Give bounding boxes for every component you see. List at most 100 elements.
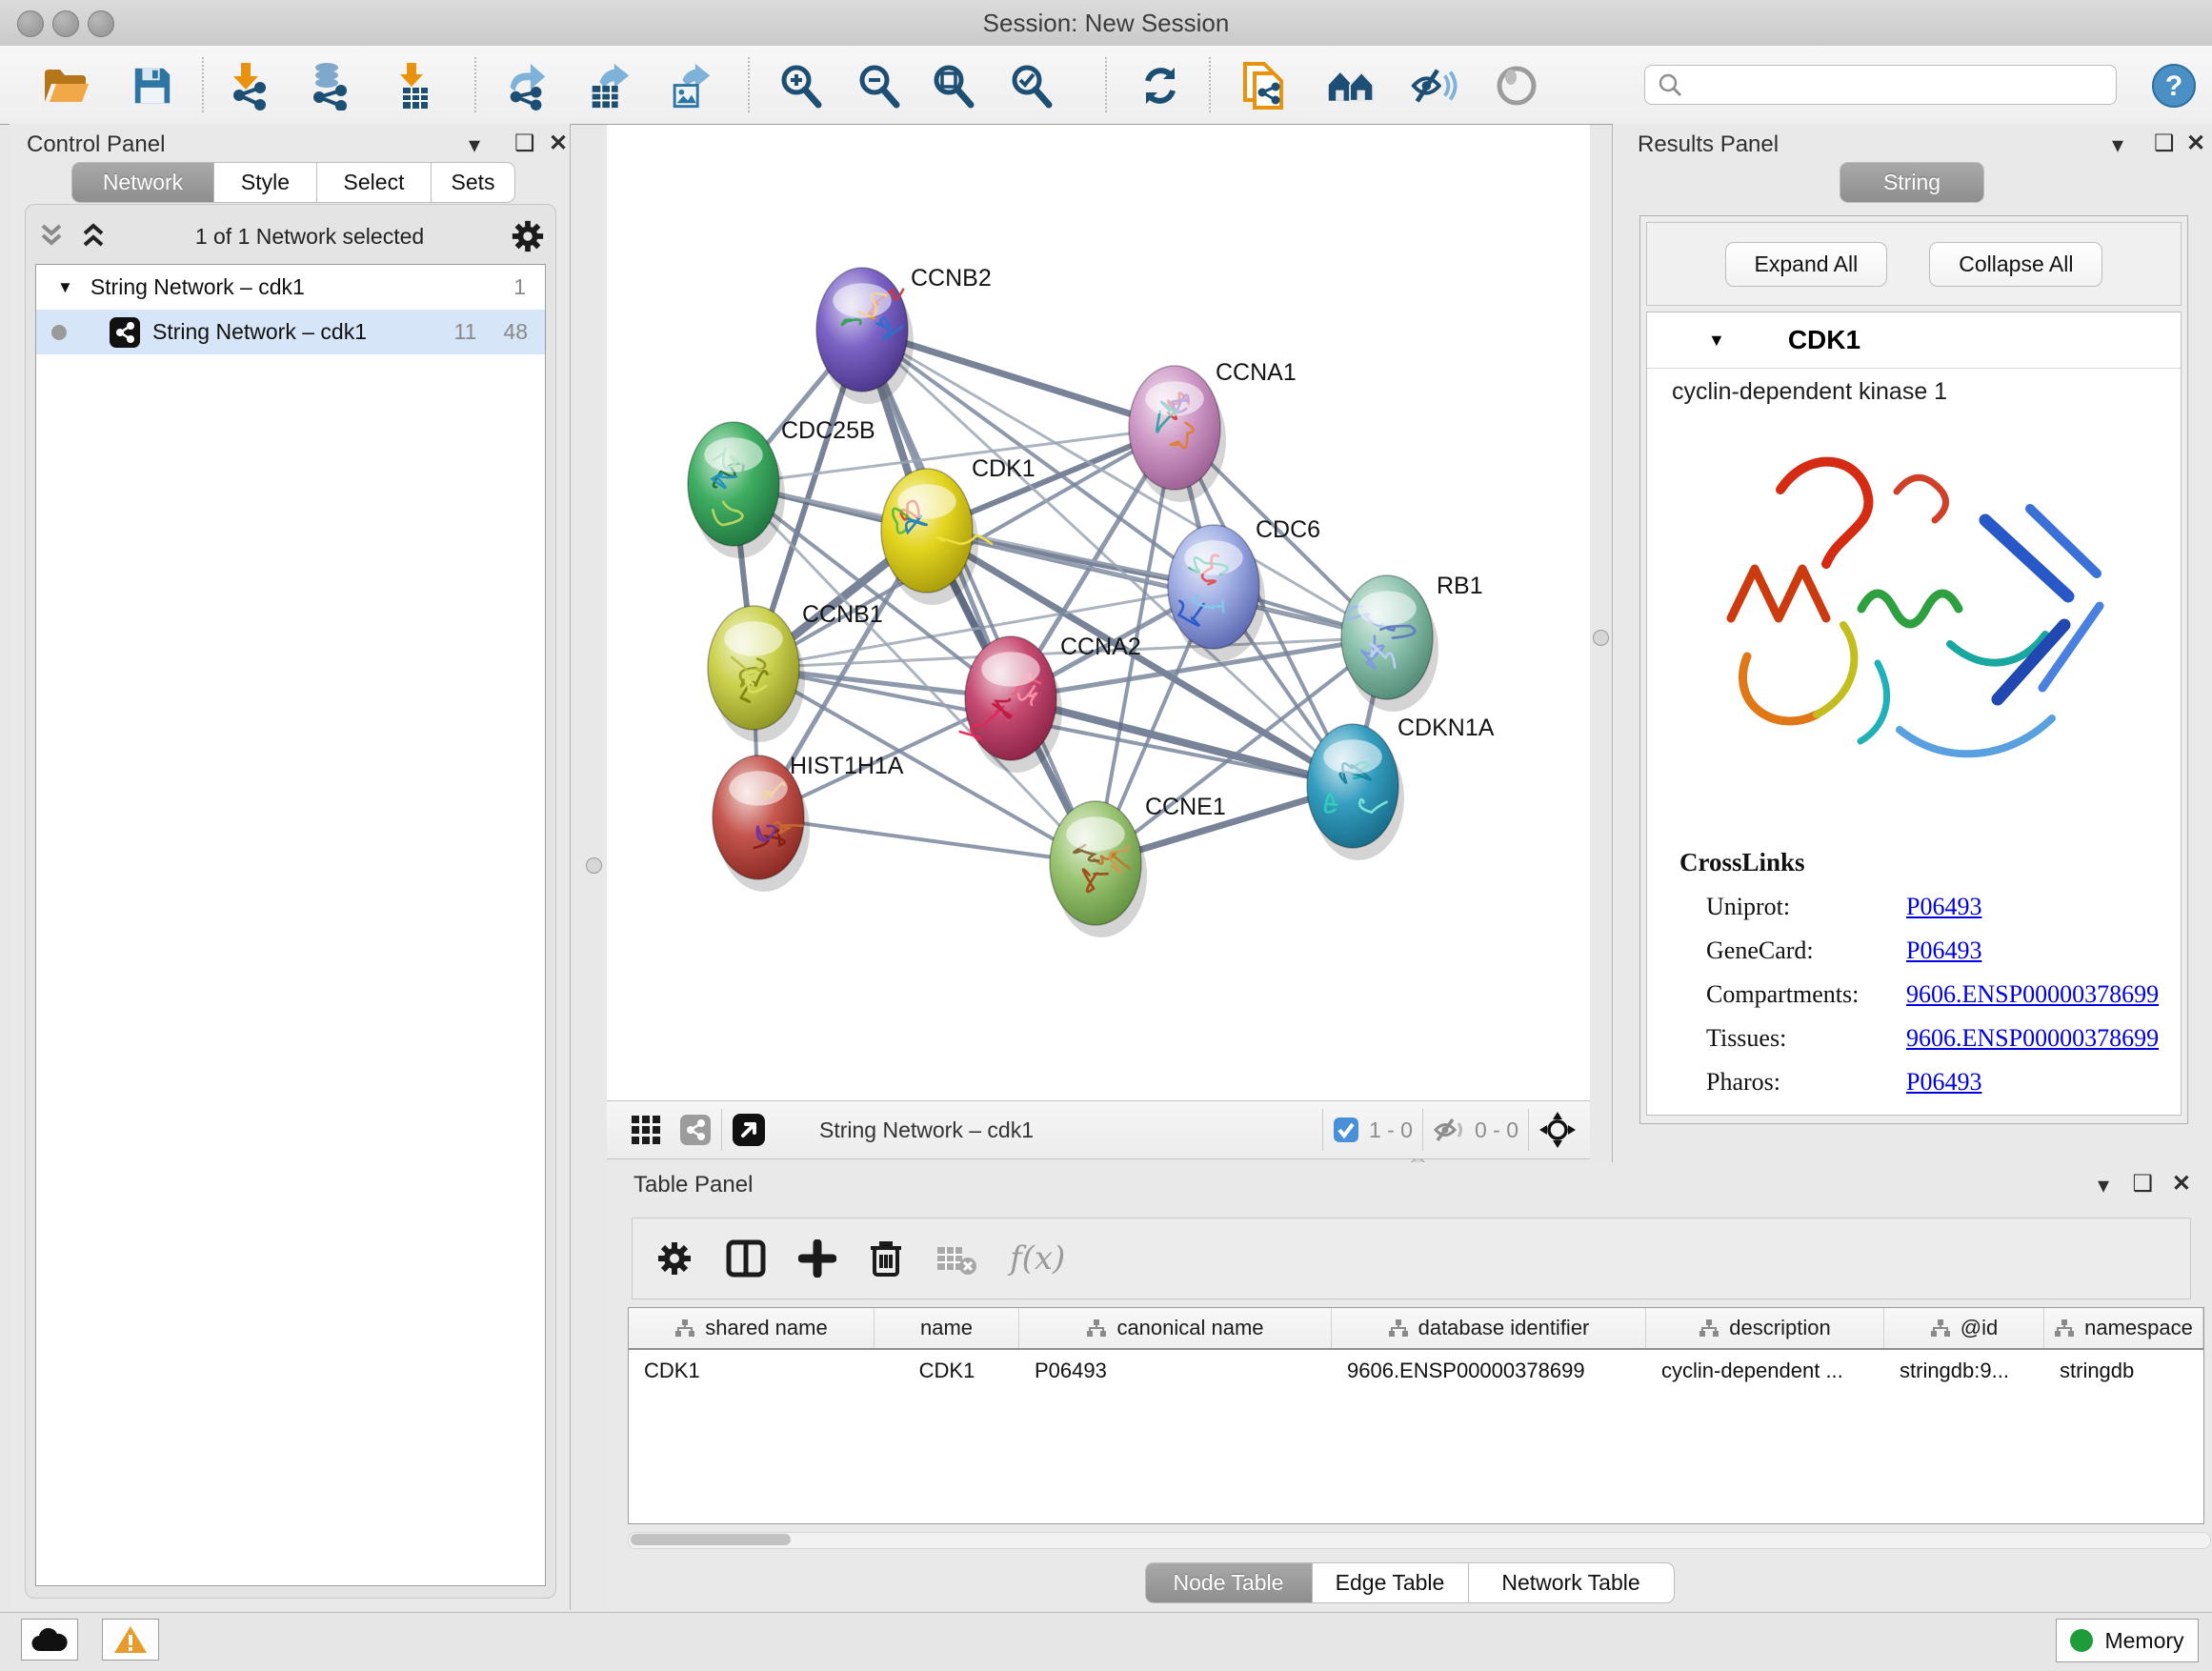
expand-all-networks-icon[interactable] — [77, 222, 110, 251]
delete-column-trash-icon[interactable] — [869, 1238, 903, 1278]
search-input[interactable] — [1644, 65, 2117, 105]
collapse-all-button[interactable]: Collapse All — [1929, 242, 2102, 287]
protein-expander-icon[interactable]: ▼ — [1708, 331, 1725, 351]
scrollbar-thumb[interactable] — [631, 1534, 791, 1545]
network-canvas[interactable]: CCNB2CCNA1CDC25BCDK1CDC6RB1CCNB1CCNA2CDK… — [607, 125, 1590, 1100]
show-all-icon[interactable] — [1492, 62, 1541, 110]
network-node-CDC6[interactable] — [1168, 525, 1265, 661]
navigator-crosshair-icon[interactable] — [1538, 1111, 1577, 1149]
crosslink-row: Pharos:P06493 — [1706, 1068, 2181, 1097]
help-icon[interactable]: ? — [2149, 62, 2199, 110]
expand-all-button[interactable]: Expand All — [1725, 242, 1888, 287]
column-header-database-identifier[interactable]: database identifier — [1332, 1308, 1646, 1348]
table-cell[interactable]: CDK1 — [629, 1350, 875, 1392]
first-neighbors-icon[interactable] — [1326, 62, 1376, 110]
network-node-RB1[interactable] — [1341, 575, 1438, 712]
network-collection-row[interactable]: ▼ String Network – cdk1 1 — [36, 265, 545, 310]
network-selected-status: 1 of 1 Network selected — [110, 224, 510, 250]
tab-network-table[interactable]: Network Table — [1469, 1562, 1675, 1603]
clone-network-icon[interactable] — [1238, 62, 1288, 110]
column-header-@id[interactable]: @id — [1884, 1308, 2044, 1348]
crosslinks-list: Uniprot:P06493 GeneCard:P06493 Compartme… — [1706, 893, 2181, 1097]
grid-view-icon[interactable] — [630, 1114, 662, 1146]
export-image-icon[interactable] — [666, 62, 715, 110]
import-table-icon[interactable] — [390, 62, 439, 110]
control-panel-close-icon[interactable]: ✕ — [549, 130, 568, 157]
refresh-icon[interactable] — [1136, 62, 1185, 110]
column-header-canonical-name[interactable]: canonical name — [1019, 1308, 1332, 1348]
protein-description: cyclin-dependent kinase 1 — [1647, 369, 2181, 406]
hide-selected-icon[interactable] — [1410, 62, 1459, 110]
table-cell[interactable]: cyclin-dependent ... — [1646, 1350, 1884, 1392]
zoom-out-icon[interactable] — [854, 62, 903, 110]
node-table: shared namenamecanonical namedatabase id… — [628, 1307, 2204, 1524]
network-node-CCNE1[interactable] — [1050, 801, 1147, 937]
tab-select[interactable]: Select — [317, 162, 432, 203]
table-cell[interactable]: 9606.ENSP00000378699 — [1332, 1350, 1646, 1392]
table-row[interactable]: CDK1CDK1P064939606.ENSP00000378699cyclin… — [629, 1350, 2203, 1392]
detach-view-icon[interactable] — [732, 1113, 766, 1147]
zoom-fit-icon[interactable] — [928, 62, 977, 110]
selection-checkbox-icon[interactable] — [1333, 1117, 1359, 1143]
tab-string[interactable]: String — [1840, 162, 1984, 203]
network-node-CCNB1[interactable] — [708, 606, 805, 742]
network-view-mode-icon[interactable] — [679, 1114, 712, 1146]
node-label-CCNA1: CCNA1 — [1216, 359, 1297, 386]
table-cell[interactable]: CDK1 — [875, 1350, 1019, 1392]
crosslink-link[interactable]: P06493 — [1906, 936, 1981, 965]
crosslink-link[interactable]: P06493 — [1906, 1068, 1981, 1097]
network-edge-CCNB2-CCNE1[interactable] — [862, 330, 1096, 863]
warnings-button[interactable] — [102, 1619, 159, 1661]
tab-edge-table[interactable]: Edge Table — [1313, 1562, 1469, 1603]
results-panel-maximize-icon[interactable]: ❑ — [2154, 130, 2175, 157]
control-panel-maximize-icon[interactable]: ❑ — [514, 130, 535, 157]
collection-expander-icon[interactable]: ▼ — [57, 278, 73, 297]
column-header-shared-name[interactable]: shared name — [629, 1308, 875, 1348]
open-session-icon[interactable] — [42, 62, 91, 110]
table-options-gear-icon[interactable] — [655, 1239, 694, 1278]
left-divider-handle[interactable] — [586, 857, 602, 874]
table-cell[interactable]: stringdb:9... — [1884, 1350, 2044, 1392]
table-panel-float-icon[interactable]: ▾ — [2098, 1172, 2109, 1199]
collection-label: String Network – cdk1 — [90, 274, 305, 300]
save-session-icon[interactable] — [128, 62, 177, 110]
export-network-icon[interactable] — [503, 62, 553, 110]
tab-network[interactable]: Network — [71, 162, 214, 203]
crosslink-row: Compartments:9606.ENSP00000378699 — [1706, 980, 2181, 1009]
export-table-icon[interactable] — [585, 62, 634, 110]
collapse-all-networks-icon[interactable] — [35, 222, 68, 251]
crosslink-link[interactable]: 9606.ENSP00000378699 — [1906, 1024, 2159, 1053]
results-panel-float-icon[interactable]: ▾ — [2112, 131, 2123, 159]
table-cell[interactable]: P06493 — [1019, 1350, 1332, 1392]
tab-node-table[interactable]: Node Table — [1145, 1562, 1313, 1603]
column-header-description[interactable]: description — [1646, 1308, 1884, 1348]
memory-button[interactable]: Memory — [2056, 1619, 2199, 1662]
node-label-CDC6: CDC6 — [1256, 516, 1320, 543]
network-options-gear-icon[interactable] — [510, 218, 546, 254]
show-columns-icon[interactable] — [726, 1239, 766, 1278]
network-node-CCNB2[interactable] — [816, 268, 914, 404]
right-divider-handle[interactable] — [1593, 630, 1609, 646]
column-header-namespace[interactable]: namespace — [2044, 1308, 2203, 1348]
table-panel-maximize-icon[interactable]: ❑ — [2132, 1170, 2153, 1198]
tab-sets[interactable]: Sets — [432, 162, 515, 203]
zoom-in-icon[interactable] — [775, 62, 825, 110]
network-node-CDKN1A[interactable] — [1307, 724, 1404, 860]
network-row[interactable]: String Network – cdk1 11 48 — [36, 310, 545, 354]
crosslink-link[interactable]: P06493 — [1906, 893, 1981, 921]
import-network-database-icon[interactable] — [305, 62, 354, 110]
zoom-selected-icon[interactable] — [1006, 62, 1056, 110]
crosslink-link[interactable]: 9606.ENSP00000378699 — [1906, 980, 2159, 1009]
control-panel-float-icon[interactable]: ▾ — [469, 131, 480, 159]
import-network-icon[interactable] — [223, 62, 272, 110]
tab-style[interactable]: Style — [214, 162, 317, 203]
table-horizontal-scrollbar[interactable] — [628, 1532, 2211, 1549]
cloud-status-button[interactable] — [21, 1619, 78, 1661]
string-results-box: Expand All Collapse All ▼ CDK1 cyclin-de… — [1639, 215, 2188, 1124]
table-cell[interactable]: stringdb — [2044, 1350, 2203, 1392]
create-column-plus-icon[interactable] — [798, 1239, 836, 1278]
column-header-name[interactable]: name — [875, 1308, 1019, 1348]
table-panel-close-icon[interactable]: ✕ — [2172, 1170, 2191, 1198]
results-panel-close-icon[interactable]: ✕ — [2186, 130, 2205, 157]
search-icon — [1657, 71, 1683, 98]
